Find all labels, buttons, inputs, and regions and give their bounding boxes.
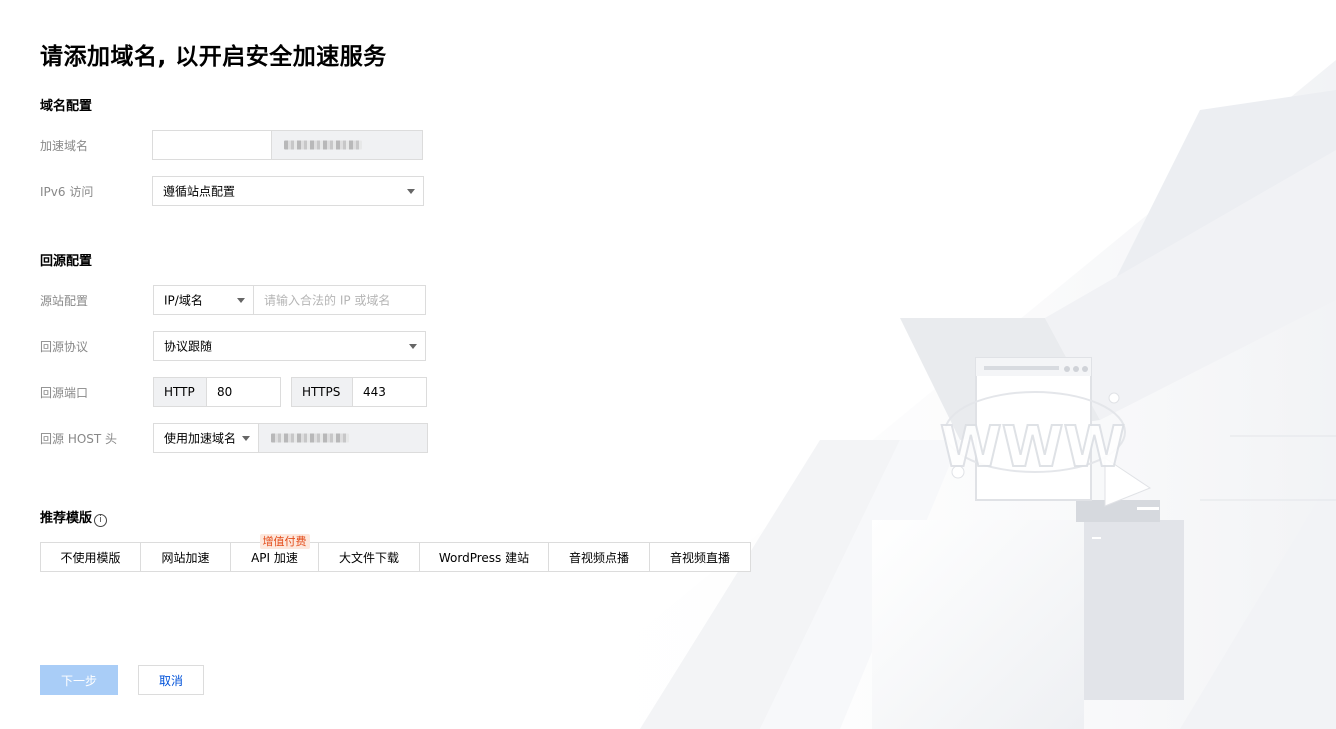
chevron-down-icon <box>237 298 245 303</box>
https-port-input[interactable]: 443 <box>352 377 427 407</box>
origin-site-label: 源站配置 <box>40 294 89 308</box>
ipv6-label: IPv6 访问 <box>40 185 94 199</box>
domain-config-section-title: 域名配置 <box>40 99 93 114</box>
ipv6-select[interactable]: 遵循站点配置 <box>152 176 424 206</box>
host-type-value: 使用加速域名 <box>164 431 237 446</box>
ipv6-select-value: 遵循站点配置 <box>163 184 236 199</box>
host-type-select[interactable]: 使用加速域名 <box>153 423 259 453</box>
templates-title-text: 推荐模版 <box>40 511 93 526</box>
value-added-badge: 增值付费 <box>259 534 310 549</box>
origin-host-label: 回源 HOST 头 <box>40 432 118 446</box>
accel-domain-label: 加速域名 <box>40 139 89 153</box>
template-tab-large-file[interactable]: 大文件下载 <box>318 542 420 572</box>
template-tab-label: API 加速 <box>251 550 298 565</box>
http-port-input[interactable]: 80 <box>206 377 281 407</box>
accel-domain-prefix-input[interactable] <box>152 130 272 160</box>
next-step-button[interactable]: 下一步 <box>40 665 118 695</box>
origin-address-placeholder: 请输入合法的 IP 或域名 <box>264 293 391 308</box>
info-icon[interactable]: i <box>94 514 108 527</box>
template-tab-wordpress[interactable]: WordPress 建站 <box>419 542 549 572</box>
template-tab-label: 不使用模版 <box>60 550 121 565</box>
origin-protocol-select[interactable]: 协议跟随 <box>153 331 426 361</box>
host-value-field <box>258 423 428 453</box>
origin-protocol-label: 回源协议 <box>40 340 89 354</box>
template-tab-website[interactable]: 网站加速 <box>140 542 231 572</box>
origin-config-section-title: 回源配置 <box>40 254 93 269</box>
origin-address-input[interactable]: 请输入合法的 IP 或域名 <box>253 285 426 315</box>
http-port-value: 80 <box>217 385 233 399</box>
page-content: 请添加域名, 以开启安全加速服务 域名配置 加速域名 IPv6 访问 遵循站点配… <box>0 0 1336 729</box>
origin-type-select[interactable]: IP/域名 <box>153 285 254 315</box>
https-port-value: 443 <box>363 385 386 399</box>
chevron-down-icon <box>242 436 250 441</box>
http-addon-label: HTTP <box>164 385 195 399</box>
origin-port-label: 回源端口 <box>40 386 89 400</box>
template-tab-label: 音视频直播 <box>669 550 730 565</box>
chevron-down-icon <box>407 189 415 194</box>
templates-section-title: 推荐模版 i <box>40 507 108 527</box>
template-tabs: 不使用模版 网站加速 API 加速 增值付费 大文件下载 WordPress 建… <box>40 534 751 572</box>
template-tab-none[interactable]: 不使用模版 <box>40 542 141 572</box>
template-tab-vod[interactable]: 音视频点播 <box>548 542 650 572</box>
accel-domain-suffix <box>271 130 423 160</box>
redacted-domain <box>284 140 362 150</box>
template-tab-live[interactable]: 音视频直播 <box>649 542 751 572</box>
template-tab-api[interactable]: API 加速 增值付费 <box>230 534 319 572</box>
https-addon-label: HTTPS <box>302 385 341 399</box>
origin-protocol-value: 协议跟随 <box>164 339 213 354</box>
https-addon: HTTPS <box>291 377 353 407</box>
template-tab-label: 大文件下载 <box>338 550 399 565</box>
cancel-button[interactable]: 取消 <box>138 665 204 695</box>
origin-type-value: IP/域名 <box>164 293 203 308</box>
http-addon: HTTP <box>153 377 207 407</box>
template-tab-label: 网站加速 <box>161 550 210 565</box>
chevron-down-icon <box>409 344 417 349</box>
template-tab-label: WordPress 建站 <box>438 550 530 565</box>
page-title: 请添加域名, 以开启安全加速服务 <box>40 44 387 70</box>
redacted-host <box>271 433 349 443</box>
template-tab-label: 音视频点播 <box>568 550 629 565</box>
